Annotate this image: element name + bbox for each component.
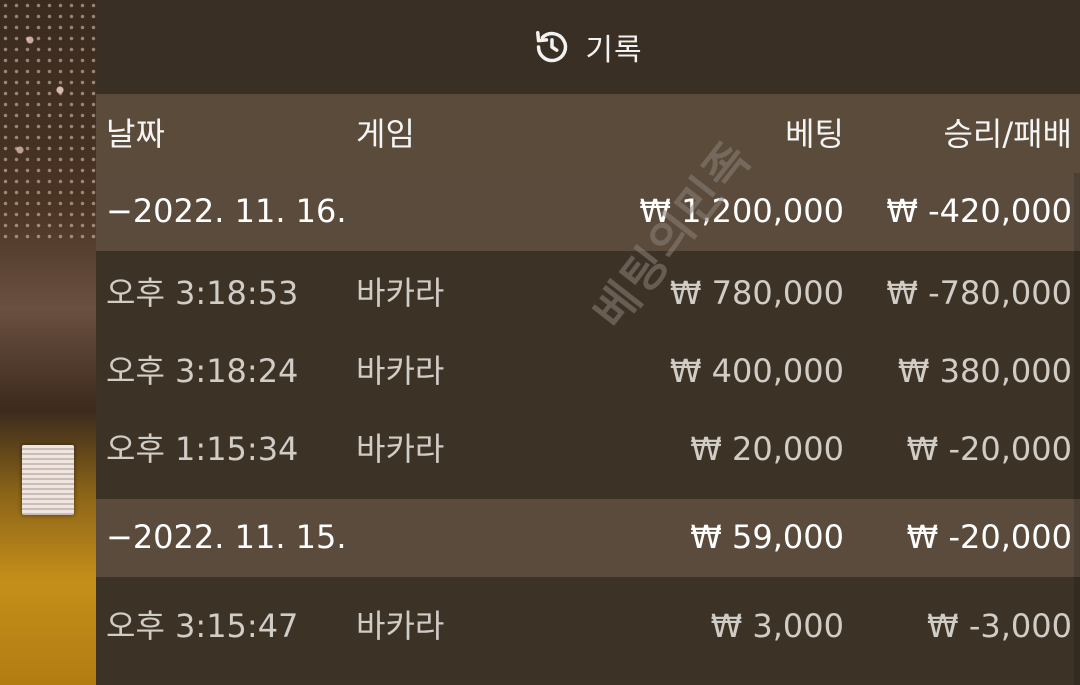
entry-result: ₩ -3,000 (927, 607, 1072, 645)
entry-game: 바카라 (356, 430, 445, 468)
entry-time: 오후 3:18:24 (106, 352, 299, 390)
entry-time: 오후 3:18:53 (106, 274, 299, 312)
day-bet-total: ₩ 59,000 (690, 518, 844, 556)
entry-time: 오후 3:15:47 (106, 607, 299, 645)
column-header-game[interactable]: 게임 (356, 118, 415, 150)
column-header-date[interactable]: 날짜 (106, 118, 165, 150)
history-entry-row[interactable]: 오후 3:18:24 바카라 ₩ 400,000 ₩ 380,000 (96, 329, 1080, 407)
entry-game: 바카라 (356, 274, 445, 312)
column-header-result[interactable]: 승리/패배 (943, 118, 1072, 150)
history-entry-row[interactable]: 오후 3:18:53 바카라 ₩ 780,000 ₩ -780,000 (96, 251, 1080, 329)
entry-bet: ₩ 780,000 (669, 274, 844, 312)
history-panel: 기록 날짜 게임 베팅 승리/패배 −2022. 11. 16. ₩ 1,200… (96, 0, 1080, 685)
history-entry-row[interactable]: 오후 3:15:47 바카라 ₩ 3,000 ₩ -3,000 (96, 584, 1080, 662)
day-date: −2022. 11. 16. (106, 192, 347, 230)
day-result-total: ₩ -20,000 (906, 518, 1072, 556)
day-summary-row[interactable]: −2022. 11. 16. ₩ 1,200,000 ₩ -420,000 (96, 173, 1080, 251)
panel-header: 기록 (96, 0, 1080, 94)
day-result-total: ₩ -420,000 (886, 192, 1072, 230)
entry-result: ₩ -20,000 (906, 430, 1072, 468)
page-title: 기록 (585, 33, 643, 68)
scrollbar[interactable] (1074, 173, 1080, 685)
day-bet-total: ₩ 1,200,000 (639, 192, 844, 230)
history-icon (533, 28, 571, 66)
entry-result: ₩ 380,000 (897, 352, 1072, 390)
entry-game: 바카라 (356, 352, 445, 390)
casino-background (0, 0, 100, 685)
entry-time: 오후 1:15:34 (106, 430, 299, 468)
day-summary-row[interactable]: −2022. 11. 15. ₩ 59,000 ₩ -20,000 (96, 499, 1080, 577)
entry-result: ₩ -780,000 (886, 274, 1072, 312)
column-header-bet[interactable]: 베팅 (785, 118, 844, 150)
entry-bet: ₩ 20,000 (690, 430, 844, 468)
day-date: −2022. 11. 15. (106, 518, 347, 556)
app-screen: 기록 날짜 게임 베팅 승리/패배 −2022. 11. 16. ₩ 1,200… (0, 0, 1080, 685)
history-entry-row[interactable]: 오후 1:15:34 바카라 ₩ 20,000 ₩ -20,000 (96, 407, 1080, 485)
table-header-row: 날짜 게임 베팅 승리/패배 (96, 94, 1080, 173)
entry-bet: ₩ 400,000 (669, 352, 844, 390)
entry-game: 바카라 (356, 607, 445, 645)
entry-bet: ₩ 3,000 (710, 607, 844, 645)
